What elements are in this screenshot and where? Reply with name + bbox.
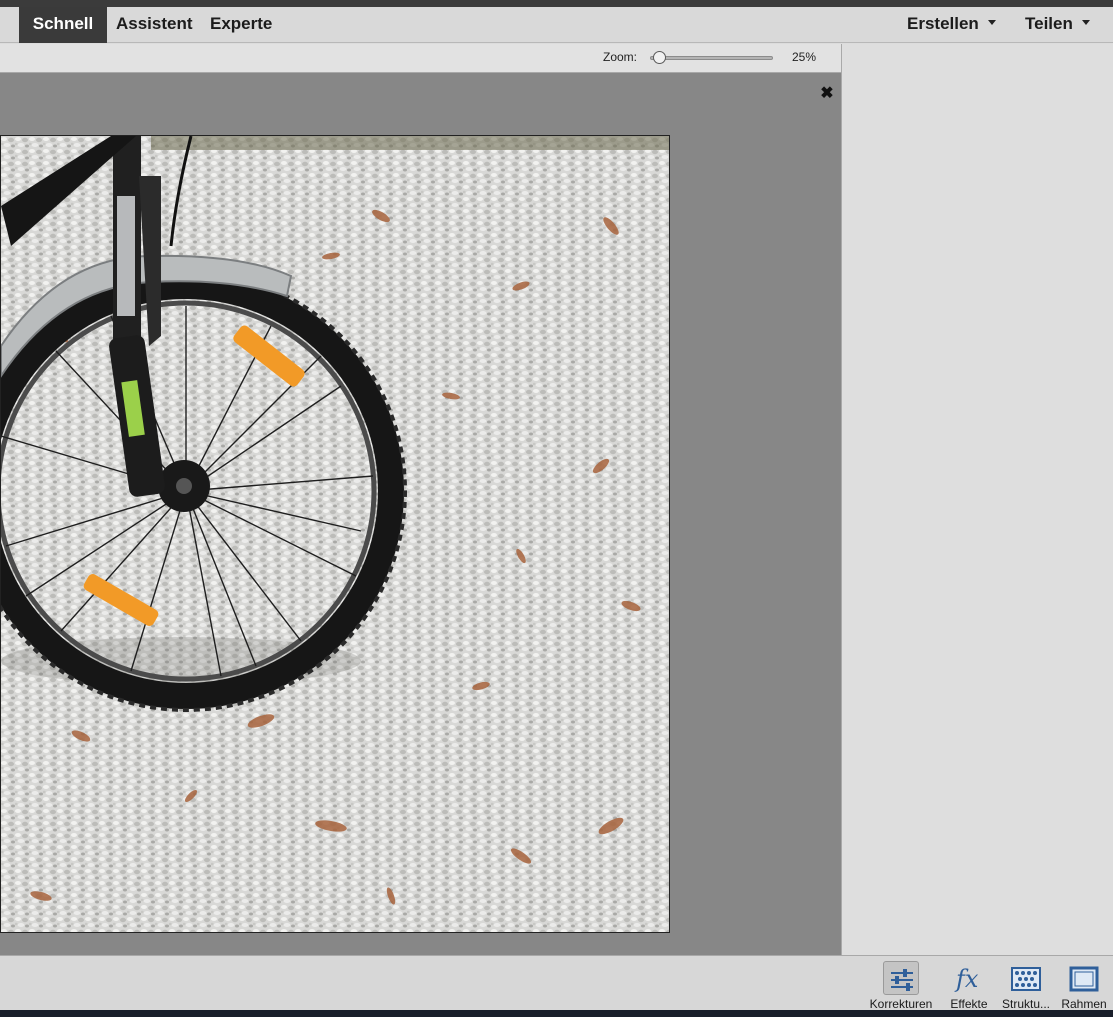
share-menu-label: Teilen bbox=[1025, 14, 1073, 33]
frame-icon bbox=[1066, 961, 1102, 995]
zoom-value: 25% bbox=[792, 50, 817, 64]
tab-quick[interactable]: Schnell bbox=[19, 7, 107, 43]
chevron-down-icon bbox=[987, 20, 996, 26]
zoom-label: Zoom: bbox=[603, 50, 638, 64]
zoom-toolbar: Zoom: 25% bbox=[0, 44, 841, 73]
svg-text:fx: fx bbox=[954, 965, 979, 993]
tool-frames-label: Rahmen bbox=[1061, 997, 1107, 1011]
tab-guided[interactable]: Assistent bbox=[116, 7, 193, 43]
sliders-icon bbox=[883, 961, 919, 995]
tool-textures-label: Struktu... bbox=[1001, 997, 1051, 1011]
bicycle-photo-illustration bbox=[1, 136, 669, 932]
tool-effects[interactable]: fx Effekte bbox=[945, 956, 993, 1011]
close-icon[interactable]: ✖ bbox=[820, 86, 834, 102]
tool-adjustments[interactable]: Korrekturen bbox=[867, 956, 935, 1011]
taskbar-strip bbox=[0, 1010, 1113, 1017]
chevron-down-icon bbox=[1081, 20, 1090, 26]
window-top-strip bbox=[0, 0, 1113, 7]
create-menu[interactable]: Erstellen bbox=[907, 7, 996, 43]
tool-frames[interactable]: Rahmen bbox=[1058, 956, 1110, 1011]
document-photo[interactable] bbox=[0, 135, 670, 933]
create-menu-label: Erstellen bbox=[907, 14, 979, 33]
texture-icon bbox=[1008, 961, 1044, 995]
panel-toolbar: Korrekturen fx Effekte Struktu... Rahmen bbox=[0, 955, 1113, 1011]
zoom-slider-thumb[interactable] bbox=[653, 51, 666, 64]
fx-icon: fx bbox=[951, 961, 987, 995]
right-panel bbox=[841, 44, 1113, 955]
zoom-slider-track[interactable] bbox=[650, 56, 773, 60]
tab-expert[interactable]: Experte bbox=[210, 7, 272, 43]
tool-effects-label: Effekte bbox=[950, 997, 988, 1011]
tool-textures[interactable]: Struktu... bbox=[999, 956, 1053, 1011]
document-canvas[interactable]: ✖ bbox=[0, 73, 841, 955]
share-menu[interactable]: Teilen bbox=[1025, 7, 1090, 43]
tool-adjustments-label: Korrekturen bbox=[869, 997, 933, 1011]
mode-menubar: Schnell Assistent Experte Erstellen Teil… bbox=[0, 7, 1113, 43]
